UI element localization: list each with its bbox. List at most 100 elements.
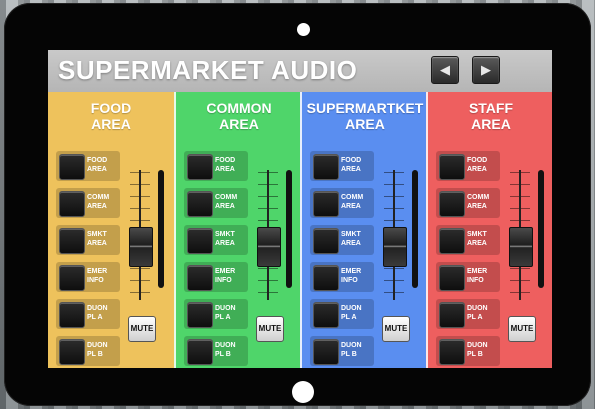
source-button-food-area[interactable]: FOOD AREA bbox=[184, 151, 248, 181]
source-button-emer-info[interactable]: EMER INFO bbox=[436, 262, 500, 292]
source-button-comm-area[interactable]: COMM AREA bbox=[184, 188, 248, 218]
mute-button[interactable]: MUTE bbox=[128, 316, 156, 342]
source-button-food-area[interactable]: FOOD AREA bbox=[310, 151, 374, 181]
source-label-line1: FOOD bbox=[215, 157, 236, 164]
source-label-line2: PL B bbox=[87, 351, 103, 358]
source-button-duon-pl-a[interactable]: DUON PL A bbox=[184, 299, 248, 329]
source-button-comm-area[interactable]: COMM AREA bbox=[56, 188, 120, 218]
zone-staff: STAFF AREA FOOD AREA COMM AREA SMKT AREA EMER INF… bbox=[426, 92, 552, 368]
mute-button[interactable]: MUTE bbox=[256, 316, 284, 342]
source-label: EMER INFO bbox=[467, 267, 499, 285]
source-key[interactable] bbox=[439, 265, 465, 291]
source-key[interactable] bbox=[187, 228, 213, 254]
source-label: FOOD AREA bbox=[215, 156, 247, 174]
source-key[interactable] bbox=[313, 154, 339, 180]
zone-title-line1: SUPERMARTKET bbox=[306, 100, 424, 116]
zone-supermarket: SUPERMARTKET AREA FOOD AREA COMM AREA SMKT AREA… bbox=[300, 92, 428, 368]
source-key[interactable] bbox=[187, 191, 213, 217]
source-button-duon-pl-a[interactable]: DUON PL A bbox=[436, 299, 500, 329]
volume-fader-handle[interactable] bbox=[509, 227, 533, 268]
source-label-line2: INFO bbox=[341, 277, 358, 284]
source-key[interactable] bbox=[59, 228, 85, 254]
source-label-line1: EMER bbox=[87, 268, 108, 275]
source-label-line2: AREA bbox=[87, 240, 107, 247]
source-key[interactable] bbox=[313, 339, 339, 365]
source-button-emer-info[interactable]: EMER INFO bbox=[310, 262, 374, 292]
source-key[interactable] bbox=[439, 302, 465, 328]
source-button-duon-pl-b[interactable]: DUON PL B bbox=[310, 336, 374, 366]
next-page-button[interactable]: ▶ bbox=[472, 56, 500, 84]
source-label-line1: SMKT bbox=[467, 231, 487, 238]
zone-common: COMMON AREA FOOD AREA COMM AREA SMKT AREA EMER IN… bbox=[174, 92, 302, 368]
source-key[interactable] bbox=[313, 265, 339, 291]
source-label-line2: INFO bbox=[87, 277, 104, 284]
source-label-line1: SMKT bbox=[215, 231, 235, 238]
source-label-line2: PL A bbox=[87, 314, 103, 321]
source-key[interactable] bbox=[59, 265, 85, 291]
volume-fader-handle[interactable] bbox=[383, 227, 407, 268]
source-button-smkt-area[interactable]: SMKT AREA bbox=[436, 225, 500, 255]
source-key[interactable] bbox=[187, 302, 213, 328]
source-key[interactable] bbox=[187, 154, 213, 180]
mute-button[interactable]: MUTE bbox=[508, 316, 536, 342]
source-button-smkt-area[interactable]: SMKT AREA bbox=[310, 225, 374, 255]
source-button-duon-pl-a[interactable]: DUON PL A bbox=[56, 299, 120, 329]
source-label: COMM AREA bbox=[467, 193, 499, 211]
source-key[interactable] bbox=[59, 191, 85, 217]
source-label: EMER INFO bbox=[215, 267, 247, 285]
source-label-line1: DUON bbox=[467, 342, 488, 349]
source-label: SMKT AREA bbox=[467, 230, 499, 248]
source-key[interactable] bbox=[313, 228, 339, 254]
source-key[interactable] bbox=[439, 191, 465, 217]
source-key[interactable] bbox=[187, 339, 213, 365]
source-button-duon-pl-b[interactable]: DUON PL B bbox=[436, 336, 500, 366]
source-key[interactable] bbox=[313, 191, 339, 217]
source-label: FOOD AREA bbox=[467, 156, 499, 174]
zone-title: COMMON AREA bbox=[176, 100, 302, 132]
source-label-line1: COMM bbox=[341, 194, 364, 201]
level-meter bbox=[158, 170, 164, 288]
source-label: COMM AREA bbox=[87, 193, 119, 211]
source-label-line2: PL A bbox=[467, 314, 483, 321]
source-label-line1: DUON bbox=[467, 305, 488, 312]
source-label-line1: EMER bbox=[215, 268, 236, 275]
source-button-emer-info[interactable]: EMER INFO bbox=[184, 262, 248, 292]
zone-title-line2: AREA bbox=[345, 116, 385, 132]
source-key[interactable] bbox=[439, 154, 465, 180]
source-button-duon-pl-a[interactable]: DUON PL A bbox=[310, 299, 374, 329]
source-label: DUON PL A bbox=[467, 304, 499, 322]
source-button-emer-info[interactable]: EMER INFO bbox=[56, 262, 120, 292]
source-key[interactable] bbox=[59, 154, 85, 180]
source-label-line2: INFO bbox=[467, 277, 484, 284]
level-meter bbox=[286, 170, 292, 288]
source-label-line1: DUON bbox=[215, 342, 236, 349]
source-button-duon-pl-b[interactable]: DUON PL B bbox=[56, 336, 120, 366]
source-label: FOOD AREA bbox=[341, 156, 373, 174]
source-label-line1: SMKT bbox=[341, 231, 361, 238]
source-key[interactable] bbox=[187, 265, 213, 291]
source-button-food-area[interactable]: FOOD AREA bbox=[56, 151, 120, 181]
volume-fader-handle[interactable] bbox=[257, 227, 281, 268]
volume-fader-handle[interactable] bbox=[129, 227, 153, 268]
source-key[interactable] bbox=[59, 339, 85, 365]
source-key[interactable] bbox=[313, 302, 339, 328]
source-label: COMM AREA bbox=[341, 193, 373, 211]
source-button-smkt-area[interactable]: SMKT AREA bbox=[184, 225, 248, 255]
source-button-smkt-area[interactable]: SMKT AREA bbox=[56, 225, 120, 255]
source-button-comm-area[interactable]: COMM AREA bbox=[310, 188, 374, 218]
source-label-line2: AREA bbox=[215, 240, 235, 247]
previous-page-button[interactable]: ◀ bbox=[431, 56, 459, 84]
source-key[interactable] bbox=[439, 339, 465, 365]
source-key[interactable] bbox=[59, 302, 85, 328]
source-key[interactable] bbox=[439, 228, 465, 254]
touch-panel-screen: SUPERMARKET AUDIO ◀ ▶ FOOD AREA FOOD AREA CO… bbox=[48, 50, 552, 368]
source-button-duon-pl-b[interactable]: DUON PL B bbox=[184, 336, 248, 366]
mute-button[interactable]: MUTE bbox=[382, 316, 410, 342]
source-label-line1: COMM bbox=[467, 194, 490, 201]
source-button-comm-area[interactable]: COMM AREA bbox=[436, 188, 500, 218]
zone-title-line1: STAFF bbox=[468, 100, 514, 116]
home-button[interactable] bbox=[292, 381, 314, 403]
source-button-food-area[interactable]: FOOD AREA bbox=[436, 151, 500, 181]
source-label-line1: FOOD bbox=[87, 157, 108, 164]
zone-title-line1: FOOD bbox=[90, 100, 132, 116]
